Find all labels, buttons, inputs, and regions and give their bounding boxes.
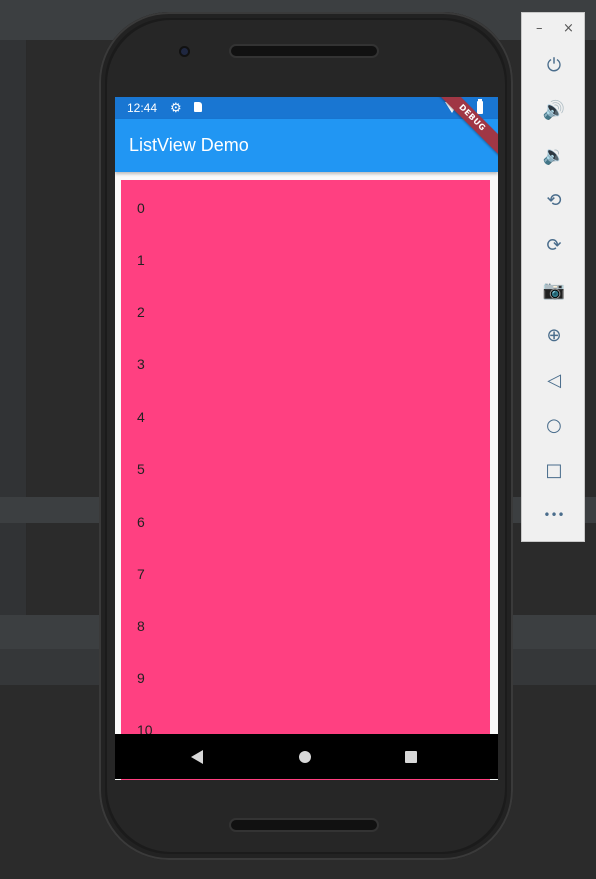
list-item[interactable]: 1 <box>137 252 145 268</box>
battery-icon <box>477 99 483 114</box>
rotate-left-icon[interactable]: ⟲ <box>542 188 566 212</box>
list-item[interactable]: 9 <box>137 670 145 686</box>
ide-side-panel <box>0 40 27 615</box>
list-item[interactable]: 2 <box>137 304 145 320</box>
front-camera <box>181 48 188 55</box>
minimize-icon[interactable]: – <box>536 21 543 36</box>
sd-card-icon <box>194 102 202 112</box>
status-time: 12:44 <box>127 101 158 115</box>
app-title: ListView Demo <box>129 135 249 155</box>
rotate-right-icon[interactable]: ⟳ <box>542 233 566 257</box>
home-icon[interactable] <box>299 751 311 763</box>
volume-up-icon[interactable]: 🔊 <box>542 98 566 122</box>
zoom-icon[interactable]: ⊕ <box>542 323 566 347</box>
list-item[interactable]: 3 <box>137 356 145 372</box>
back-icon[interactable]: ◁ <box>542 368 566 392</box>
list-item[interactable]: 4 <box>137 409 145 425</box>
top-speaker <box>231 46 377 56</box>
app-bar: ListView Demo <box>115 119 498 172</box>
emulator-toolbar: – × ⏻ 🔊 🔉 ⟲ ⟳ 📷 ⊕ ◁ ○ □ ••• <box>521 12 585 542</box>
close-icon[interactable]: × <box>563 21 574 36</box>
gear-icon: ⚙ <box>170 100 182 115</box>
camera-icon[interactable]: 📷 <box>542 278 566 302</box>
list-item[interactable]: 5 <box>137 461 145 477</box>
volume-down-icon[interactable]: 🔉 <box>542 143 566 167</box>
recents-icon[interactable] <box>405 751 417 763</box>
power-icon[interactable]: ⏻ <box>542 53 566 77</box>
more-icon[interactable]: ••• <box>542 503 566 527</box>
overview-icon[interactable]: □ <box>542 458 566 482</box>
list-item[interactable]: 7 <box>137 566 145 582</box>
android-nav-bar <box>115 734 498 779</box>
bottom-speaker <box>231 820 377 830</box>
phone-screen: 12:44 ⚙ ListView Demo DEBUG 0 1 2 3 4 5 … <box>115 97 498 780</box>
back-icon[interactable] <box>191 750 203 764</box>
list-view[interactable]: 0 1 2 3 4 5 6 7 8 9 10 <box>121 180 490 780</box>
list-item[interactable]: 8 <box>137 618 145 634</box>
home-icon[interactable]: ○ <box>542 413 566 437</box>
list-item[interactable]: 6 <box>137 514 145 530</box>
status-bar: 12:44 ⚙ <box>115 97 498 119</box>
list-item[interactable]: 0 <box>137 200 145 216</box>
